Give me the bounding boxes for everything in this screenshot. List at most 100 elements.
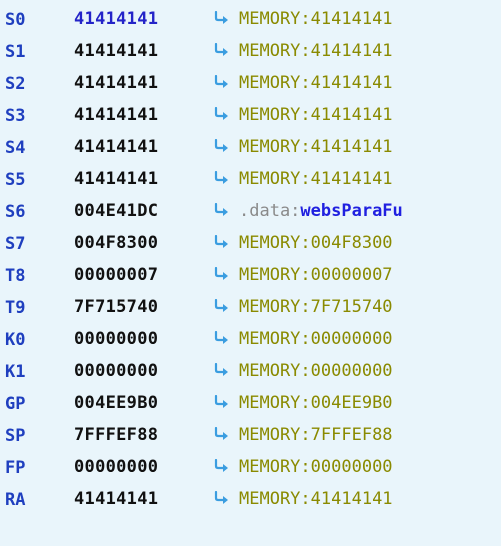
memory-reference-link[interactable]: MEMORY:7F715740 — [239, 297, 393, 317]
register-value[interactable]: 004E41DC — [74, 201, 158, 221]
segment-label: MEMORY: — [239, 425, 311, 445]
memory-reference-link[interactable]: MEMORY:41414141 — [239, 489, 393, 509]
jump-arrow-icon[interactable] — [214, 459, 230, 473]
register-name: T8 — [5, 266, 26, 286]
memory-reference-link[interactable]: MEMORY:7FFFEF88 — [239, 425, 393, 445]
jump-arrow-icon[interactable] — [214, 395, 230, 409]
jump-arrow-icon[interactable] — [214, 491, 230, 505]
register-value[interactable]: 41414141 — [74, 105, 158, 125]
register-row-s1[interactable]: S1 41414141 MEMORY:41414141 — [0, 34, 501, 66]
jump-arrow-icon[interactable] — [214, 427, 230, 441]
register-name: S0 — [5, 10, 26, 30]
segment-label: MEMORY: — [239, 489, 311, 509]
register-name: K0 — [5, 330, 26, 350]
segment-label: MEMORY: — [239, 265, 311, 285]
jump-arrow-icon[interactable] — [214, 267, 230, 281]
memory-reference-link[interactable]: MEMORY:41414141 — [239, 73, 393, 93]
register-name: K1 — [5, 362, 26, 382]
segment-label: MEMORY: — [239, 137, 311, 157]
jump-arrow-icon[interactable] — [214, 139, 230, 153]
segment-label: MEMORY: — [239, 329, 311, 349]
memory-reference-link[interactable]: MEMORY:41414141 — [239, 105, 393, 125]
segment-label: MEMORY: — [239, 9, 311, 29]
jump-arrow-icon[interactable] — [214, 171, 230, 185]
register-value[interactable]: 7FFFEF88 — [74, 425, 158, 445]
register-row-k0[interactable]: K0 00000000 MEMORY:00000000 — [0, 322, 501, 354]
register-name: S3 — [5, 106, 26, 126]
register-row-t9[interactable]: T9 7F715740 MEMORY:7F715740 — [0, 290, 501, 322]
register-value[interactable]: 00000000 — [74, 329, 158, 349]
memory-reference-link[interactable]: MEMORY:41414141 — [239, 169, 393, 189]
register-value[interactable]: 00000000 — [74, 457, 158, 477]
segment-label: MEMORY: — [239, 169, 311, 189]
register-list: S0 41414141 MEMORY:41414141 S1 41414141 MEMOR… — [0, 0, 501, 546]
register-row-s0[interactable]: S0 41414141 MEMORY:41414141 — [0, 2, 501, 34]
memory-reference-link[interactable]: MEMORY:004EE9B0 — [239, 393, 393, 413]
symbol-label: 7FFFEF88 — [310, 425, 393, 445]
register-value[interactable]: 004EE9B0 — [74, 393, 158, 413]
segment-label: MEMORY: — [239, 457, 311, 477]
register-name: S4 — [5, 138, 26, 158]
register-value[interactable]: 00000007 — [74, 265, 158, 285]
memory-reference-link[interactable]: MEMORY:00000000 — [239, 457, 393, 477]
symbol-label: 00000000 — [310, 361, 393, 381]
register-name: FP — [5, 458, 26, 478]
register-row-fp[interactable]: FP 00000000 MEMORY:00000000 — [0, 450, 501, 482]
jump-arrow-icon[interactable] — [214, 299, 230, 313]
register-row-s3[interactable]: S3 41414141 MEMORY:41414141 — [0, 98, 501, 130]
register-row-sp[interactable]: SP 7FFFEF88 MEMORY:7FFFEF88 — [0, 418, 501, 450]
register-row-s2[interactable]: S2 41414141 MEMORY:41414141 — [0, 66, 501, 98]
symbol-label: 00000007 — [310, 265, 393, 285]
symbol-label: 41414141 — [310, 105, 393, 125]
symbol-label: 41414141 — [310, 9, 393, 29]
memory-reference-link[interactable]: MEMORY:41414141 — [239, 41, 393, 61]
register-name: S7 — [5, 234, 26, 254]
jump-arrow-icon[interactable] — [214, 363, 230, 377]
memory-reference-link[interactable]: MEMORY:00000000 — [239, 329, 393, 349]
register-value[interactable]: 41414141 — [74, 169, 158, 189]
register-value[interactable]: 41414141 — [74, 137, 158, 157]
memory-reference-link[interactable]: MEMORY:00000007 — [239, 265, 393, 285]
jump-arrow-icon[interactable] — [214, 203, 230, 217]
symbol-label: 41414141 — [310, 41, 393, 61]
jump-arrow-icon[interactable] — [214, 331, 230, 345]
jump-arrow-icon[interactable] — [214, 11, 230, 25]
register-row-s7[interactable]: S7 004F8300 MEMORY:004F8300 — [0, 226, 501, 258]
register-value[interactable]: 41414141 — [74, 73, 158, 93]
register-row-s5[interactable]: S5 41414141 MEMORY:41414141 — [0, 162, 501, 194]
register-value[interactable]: 7F715740 — [74, 297, 158, 317]
memory-reference-link[interactable]: MEMORY:004F8300 — [239, 233, 393, 253]
segment-label: .data: — [239, 201, 301, 221]
register-row-gp[interactable]: GP 004EE9B0 MEMORY:004EE9B0 — [0, 386, 501, 418]
segment-label: MEMORY: — [239, 297, 311, 317]
register-value[interactable]: 004F8300 — [74, 233, 158, 253]
memory-reference-link[interactable]: MEMORY:00000000 — [239, 361, 393, 381]
register-row-k1[interactable]: K1 00000000 MEMORY:00000000 — [0, 354, 501, 386]
register-row-t8[interactable]: T8 00000007 MEMORY:00000007 — [0, 258, 501, 290]
register-value[interactable]: 00000000 — [74, 361, 158, 381]
segment-label: MEMORY: — [239, 361, 311, 381]
register-row-s6[interactable]: S6 004E41DC .data:websParaFu — [0, 194, 501, 226]
register-value[interactable]: 41414141 — [74, 41, 158, 61]
memory-reference-link[interactable]: .data:websParaFu — [239, 201, 403, 221]
memory-reference-link[interactable]: MEMORY:41414141 — [239, 9, 393, 29]
register-row-ra[interactable]: RA 41414141 MEMORY:41414141 — [0, 482, 501, 514]
jump-arrow-icon[interactable] — [214, 75, 230, 89]
symbol-label: 41414141 — [310, 169, 393, 189]
register-value[interactable]: 41414141 — [74, 489, 158, 509]
symbol-label: 004F8300 — [310, 233, 393, 253]
register-name: S6 — [5, 202, 26, 222]
jump-arrow-icon[interactable] — [214, 235, 230, 249]
memory-reference-link[interactable]: MEMORY:41414141 — [239, 137, 393, 157]
register-name: GP — [5, 394, 26, 414]
segment-label: MEMORY: — [239, 105, 311, 125]
segment-label: MEMORY: — [239, 233, 311, 253]
register-row-s4[interactable]: S4 41414141 MEMORY:41414141 — [0, 130, 501, 162]
jump-arrow-icon[interactable] — [214, 43, 230, 57]
register-name: RA — [5, 490, 26, 510]
register-value[interactable]: 41414141 — [74, 9, 158, 29]
segment-label: MEMORY: — [239, 41, 311, 61]
register-name: SP — [5, 426, 26, 446]
jump-arrow-icon[interactable] — [214, 107, 230, 121]
symbol-label: 41414141 — [310, 137, 393, 157]
